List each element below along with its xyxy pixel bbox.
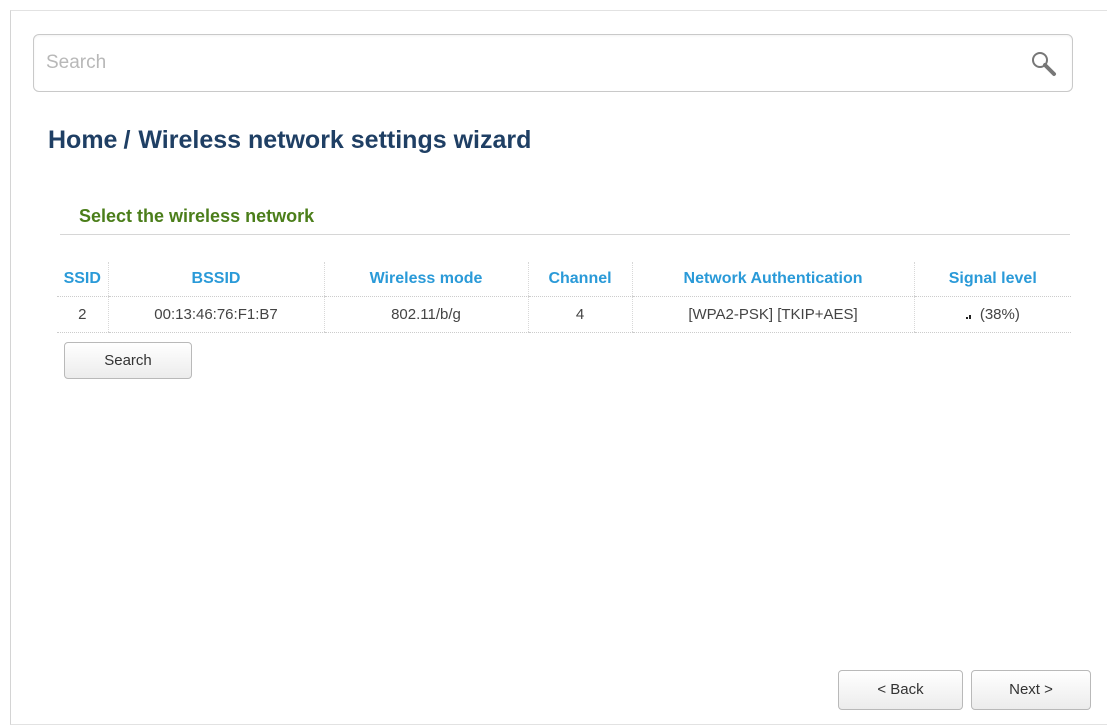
search-input[interactable]: [46, 47, 1006, 79]
breadcrumb: Home / Wireless network settings wizard: [48, 126, 531, 155]
column-header-network-authentication[interactable]: Network Authentication: [631, 262, 914, 297]
breadcrumb-separator: /: [123, 126, 131, 154]
cell-bssid: 00:13:46:76:F1:B7: [107, 296, 324, 333]
signal-bars-icon: [965, 311, 974, 319]
table-header-row: SSID BSSID Wireless mode Channel Network…: [57, 262, 1071, 297]
column-header-channel[interactable]: Channel: [527, 262, 632, 297]
back-button[interactable]: < Back: [838, 670, 963, 710]
column-header-wireless-mode[interactable]: Wireless mode: [323, 262, 528, 297]
column-header-ssid[interactable]: SSID: [57, 262, 108, 297]
signal-percent: (38%): [979, 306, 1020, 323]
networks-table: SSID BSSID Wireless mode Channel Network…: [57, 262, 1071, 333]
cell-ssid: 2: [57, 296, 108, 333]
search-icon[interactable]: [1030, 50, 1058, 78]
column-header-signal-level[interactable]: Signal level: [913, 262, 1071, 297]
cell-wireless-mode: 802.11/b/g: [323, 296, 528, 333]
search-bar[interactable]: [33, 34, 1073, 92]
cell-network-authentication: [WPA2-PSK] [TKIP+AES]: [631, 296, 914, 333]
cell-channel: 4: [527, 296, 632, 333]
section-title: Select the wireless network: [79, 206, 315, 226]
search-button[interactable]: Search: [64, 342, 192, 379]
next-button[interactable]: Next >: [971, 670, 1091, 710]
column-header-bssid[interactable]: BSSID: [107, 262, 324, 297]
breadcrumb-home[interactable]: Home: [48, 126, 117, 154]
cell-signal-level: (38%): [913, 296, 1071, 333]
table-row[interactable]: 2 00:13:46:76:F1:B7 802.11/b/g 4 [WPA2-P…: [57, 296, 1071, 333]
page-title: Wireless network settings wizard: [138, 126, 532, 154]
section-divider: [60, 234, 1070, 235]
